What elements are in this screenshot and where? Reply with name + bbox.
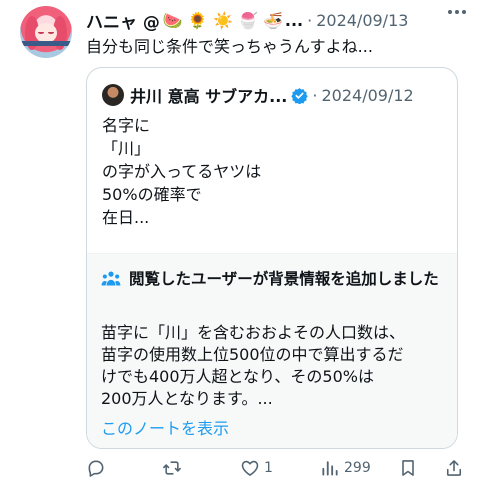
note-line: 200万人となります。... [101, 389, 273, 408]
like-count: 1 [264, 460, 273, 476]
quote-separator: · [312, 85, 318, 105]
people-icon [101, 271, 121, 286]
quote-line: 「川」 [102, 139, 151, 158]
quote-header: 井川 意高 サブアカ... · 2024/09/12 [102, 84, 414, 106]
community-note: 閲覧したユーザーが背景情報を追加しました 苗字に「川」を含むおおよその人口数は、… [87, 253, 457, 448]
view-count: 299 [344, 460, 371, 476]
quote-author-name: 井川 意高 サブアカ... [130, 87, 288, 106]
note-line: 苗字に「川」を含むおおよその人口数は、 [101, 323, 406, 342]
verified-icon [291, 87, 309, 104]
quote-line: の字が入ってるヤツは [102, 162, 262, 181]
show-note-link[interactable]: このノートを表示 [101, 415, 229, 439]
quote-timestamp: 2024/09/12 [321, 85, 414, 105]
note-line: 苗字の使用数上位500位の中で算出するだ [101, 345, 404, 364]
repost-button[interactable] [162, 458, 186, 478]
name-emojis: 🍉 🌻 ☀️ 🍧 🍜 [162, 10, 283, 30]
views-icon [322, 461, 338, 476]
bookmark-button[interactable] [398, 458, 418, 478]
post-header: ハニャ @ 🍉 🌻 ☀️ 🍧 🍜 ... · 2024/09/13 [86, 8, 408, 33]
author-name[interactable]: ハニャ @ [86, 8, 160, 33]
community-note-body: 苗字に「川」を含むおおよその人口数は、 苗字の使用数上位500位の中で算出するだ… [101, 322, 451, 410]
post-text: 自分も同じ条件で笑っちゃうんすよね... [86, 37, 373, 56]
post-timestamp[interactable]: 2024/09/13 [316, 11, 408, 30]
quote-line: 在日... [102, 208, 150, 227]
more-icon[interactable] [448, 10, 466, 14]
repost-icon [163, 461, 181, 475]
separator: · [307, 10, 313, 30]
reply-button[interactable] [86, 458, 110, 478]
share-button[interactable] [444, 458, 464, 478]
name-truncation: ... [284, 10, 304, 30]
reply-icon [88, 460, 104, 477]
quote-line: 50%の確率で [102, 185, 202, 204]
quote-avatar [102, 84, 124, 106]
note-line: けでも400万人超となり、その50%は [101, 367, 374, 386]
share-icon [446, 460, 462, 476]
like-icon [241, 460, 259, 476]
quote-text: 名字に 「川」 の字が入ってるヤツは 50%の確率で 在日... [102, 114, 261, 229]
bookmark-icon [402, 460, 414, 476]
community-note-title: 閲覧したユーザーが背景情報を追加しました [129, 270, 439, 288]
quote-line: 名字に [102, 116, 151, 135]
quoted-post[interactable]: 井川 意高 サブアカ... · 2024/09/12 名字に 「川」 の字が入っ… [86, 67, 458, 449]
like-button[interactable]: 1 [240, 458, 273, 478]
views-button[interactable]: 299 [320, 458, 371, 478]
community-note-header: 閲覧したユーザーが背景情報を追加しました [101, 268, 449, 290]
action-bar: 1 299 [86, 458, 466, 482]
avatar[interactable] [20, 6, 72, 58]
